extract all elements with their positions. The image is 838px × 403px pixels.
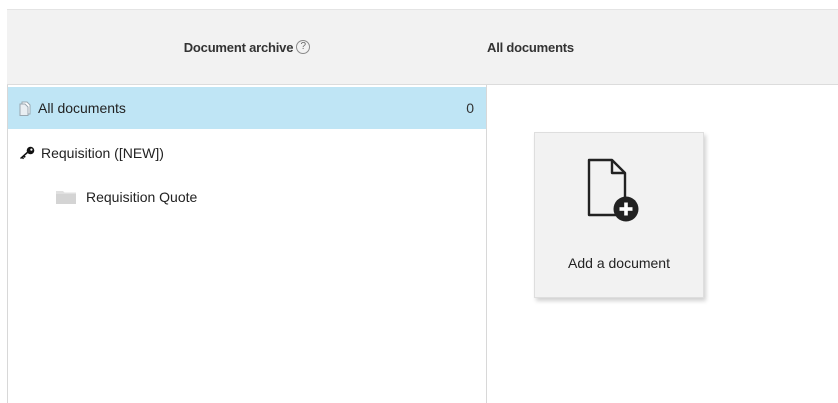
archive-header: Document archive ?: [7, 10, 487, 84]
add-document-icon: [585, 157, 655, 242]
document-archive-app: Document archive ? All documents All doc…: [0, 0, 838, 403]
key-icon: [19, 146, 35, 160]
tree-item-requisition-quote[interactable]: Requisition Quote: [8, 175, 486, 219]
archive-tree: All documents 0 Requisition ([NEW]) Requ…: [7, 85, 487, 403]
top-strip: [0, 0, 838, 9]
add-document-button[interactable]: Add a document: [534, 132, 704, 298]
header-bar: Document archive ? All documents: [7, 9, 838, 85]
tree-item-label: Requisition ([NEW]): [41, 145, 164, 161]
tree-item-all-documents[interactable]: All documents 0: [8, 87, 486, 129]
archive-title: Document archive: [183, 39, 294, 55]
tree-item-requisition[interactable]: Requisition ([NEW]): [8, 131, 486, 175]
tree-item-label: Requisition Quote: [86, 189, 198, 205]
document-icon: [19, 101, 31, 116]
folder-icon: [56, 190, 76, 204]
documents-panel: Add a document: [487, 85, 838, 403]
add-document-label: Add a document: [568, 255, 670, 271]
documents-header: All documents: [487, 10, 574, 84]
document-count: 0: [466, 100, 474, 116]
documents-title: All documents: [487, 39, 574, 55]
help-icon[interactable]: ?: [296, 40, 311, 54]
tree-item-label: All documents: [38, 100, 126, 116]
